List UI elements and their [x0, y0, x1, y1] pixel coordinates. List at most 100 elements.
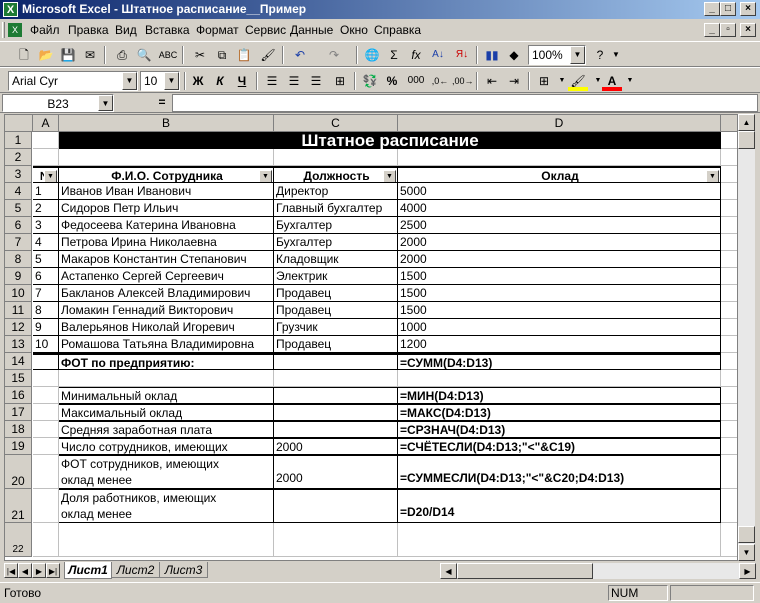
employee-number[interactable]: 1: [33, 183, 59, 200]
cell-d2[interactable]: [398, 149, 721, 166]
employee-name[interactable]: Петрова Ирина Николаевна: [59, 234, 274, 251]
employee-position[interactable]: Директор: [274, 183, 398, 200]
sort-ascending-icon[interactable]: А↓: [428, 45, 448, 65]
row-header-20[interactable]: 20: [5, 455, 32, 489]
cell-a19[interactable]: [33, 438, 59, 455]
vertical-scrollbar[interactable]: ▲ ▼: [738, 114, 755, 561]
cell-e21[interactable]: [721, 489, 737, 523]
cell-d15[interactable]: [398, 370, 721, 387]
row-header-13[interactable]: 13: [5, 336, 32, 353]
h-scroll-thumb[interactable]: [457, 563, 593, 579]
cell-c2[interactable]: [274, 149, 398, 166]
cell-b22[interactable]: [59, 523, 274, 557]
column-header-e[interactable]: [721, 115, 737, 132]
minimize-button[interactable]: _: [704, 2, 720, 16]
employee-number[interactable]: 9: [33, 319, 59, 336]
currency-icon[interactable]: 💱: [360, 71, 380, 91]
cell-e6[interactable]: [721, 217, 737, 234]
chevron-down-icon[interactable]: ▼: [164, 72, 179, 90]
employee-salary[interactable]: 5000: [398, 183, 721, 200]
doc-minimize-button[interactable]: _: [704, 23, 720, 37]
excel-icon[interactable]: X: [3, 2, 18, 17]
header-salary[interactable]: Оклад ▼: [398, 166, 721, 183]
header-number[interactable]: №▼: [33, 166, 59, 183]
paste-icon[interactable]: 📋: [234, 45, 254, 65]
permission-icon[interactable]: ✉: [80, 45, 100, 65]
employee-name[interactable]: Федосеева Катерина Ивановна: [59, 217, 274, 234]
cell-e7[interactable]: [721, 234, 737, 251]
autosum-icon[interactable]: Σ: [384, 45, 404, 65]
zoom-select[interactable]: 100% ▼: [528, 45, 586, 65]
employee-number[interactable]: 8: [33, 302, 59, 319]
row-header-6[interactable]: 6: [5, 217, 32, 234]
chevron-down-icon[interactable]: ▼: [620, 71, 640, 91]
chart-wizard-icon[interactable]: ▮▮: [482, 45, 502, 65]
stat-label[interactable]: ФОТ сотрудников, имеющих оклад менее: [59, 455, 274, 489]
cell-a18[interactable]: [33, 421, 59, 438]
cell-e10[interactable]: [721, 285, 737, 302]
chevron-down-icon[interactable]: ▼: [122, 72, 137, 90]
filter-dropdown-icon[interactable]: ▼: [259, 170, 272, 182]
cell-e20[interactable]: [721, 455, 737, 489]
drawing-icon[interactable]: ◆: [504, 45, 524, 65]
sheet-tab-3[interactable]: Лист3: [160, 562, 208, 578]
cell-a15[interactable]: [33, 370, 59, 387]
employee-salary[interactable]: 4000: [398, 200, 721, 217]
bold-button[interactable]: Ж: [188, 71, 208, 91]
row-header-2[interactable]: 2: [5, 149, 32, 166]
menu-tools[interactable]: Сервис: [245, 23, 286, 37]
row-header-5[interactable]: 5: [5, 200, 32, 217]
row-header-15[interactable]: 15: [5, 370, 32, 387]
stat-formula[interactable]: =МИН(D4:D13): [398, 387, 721, 404]
select-all-corner[interactable]: [5, 115, 33, 132]
worksheet-grid[interactable]: A B C D 1 2 3 4 5 6 7 8 9 10 11 12 13 14 15 16 17 18 19 20 2…: [4, 114, 738, 561]
align-left-icon[interactable]: ☰: [262, 71, 282, 91]
cell-a1[interactable]: [33, 132, 59, 149]
first-sheet-icon[interactable]: |◀: [4, 563, 18, 578]
increase-decimal-icon[interactable]: ,0←: [430, 71, 450, 91]
font-size-select[interactable]: 10 ▼: [140, 71, 180, 91]
cell-e4[interactable]: [721, 183, 737, 200]
merge-center-icon[interactable]: ⊞: [330, 71, 350, 91]
cell-a22[interactable]: [33, 523, 59, 557]
decrease-decimal-icon[interactable]: ,00→: [452, 71, 474, 91]
employee-position[interactable]: Грузчик: [274, 319, 398, 336]
column-header-c[interactable]: C: [274, 115, 398, 132]
row-header-14[interactable]: 14: [5, 353, 32, 370]
menu-edit[interactable]: Правка: [68, 23, 109, 37]
menu-help[interactable]: Справка: [374, 23, 421, 37]
stat-criteria[interactable]: [274, 489, 398, 523]
row-header-1[interactable]: 1: [5, 132, 32, 149]
decrease-indent-icon[interactable]: ⇤: [482, 71, 502, 91]
row-header-16[interactable]: 16: [5, 387, 32, 404]
scroll-up-icon[interactable]: ▲: [738, 114, 755, 131]
employee-number[interactable]: 6: [33, 268, 59, 285]
employee-salary[interactable]: 1500: [398, 285, 721, 302]
column-header-a[interactable]: A: [33, 115, 59, 132]
cell-c15[interactable]: [274, 370, 398, 387]
employee-number[interactable]: 3: [33, 217, 59, 234]
last-sheet-icon[interactable]: ▶|: [46, 563, 60, 578]
row-header-11[interactable]: 11: [5, 302, 32, 319]
options-chevron-icon[interactable]: ▼: [606, 45, 626, 65]
cell-e22[interactable]: [721, 523, 737, 557]
row-header-18[interactable]: 18: [5, 421, 32, 438]
workbook-icon[interactable]: X: [8, 23, 22, 37]
next-sheet-icon[interactable]: ▶: [32, 563, 46, 578]
scroll-thumb[interactable]: [738, 131, 755, 149]
employee-number[interactable]: 2: [33, 200, 59, 217]
stat-label[interactable]: Средняя заработная плата: [59, 421, 274, 438]
employee-name[interactable]: Астапенко Сергей Сергеевич: [59, 268, 274, 285]
cell-e13[interactable]: [721, 336, 737, 353]
cell-e16[interactable]: [721, 387, 737, 404]
increase-indent-icon[interactable]: ⇥: [504, 71, 524, 91]
borders-icon[interactable]: ⊞: [534, 71, 554, 91]
scroll-right-icon[interactable]: ▶: [739, 563, 756, 579]
row-header-10[interactable]: 10: [5, 285, 32, 302]
stat-formula[interactable]: =D20/D14: [398, 489, 721, 523]
cell-a2[interactable]: [33, 149, 59, 166]
thousands-button[interactable]: 000: [404, 71, 428, 91]
cell-e2[interactable]: [721, 149, 737, 166]
employee-name[interactable]: Макаров Константин Степанович: [59, 251, 274, 268]
cell-e5[interactable]: [721, 200, 737, 217]
